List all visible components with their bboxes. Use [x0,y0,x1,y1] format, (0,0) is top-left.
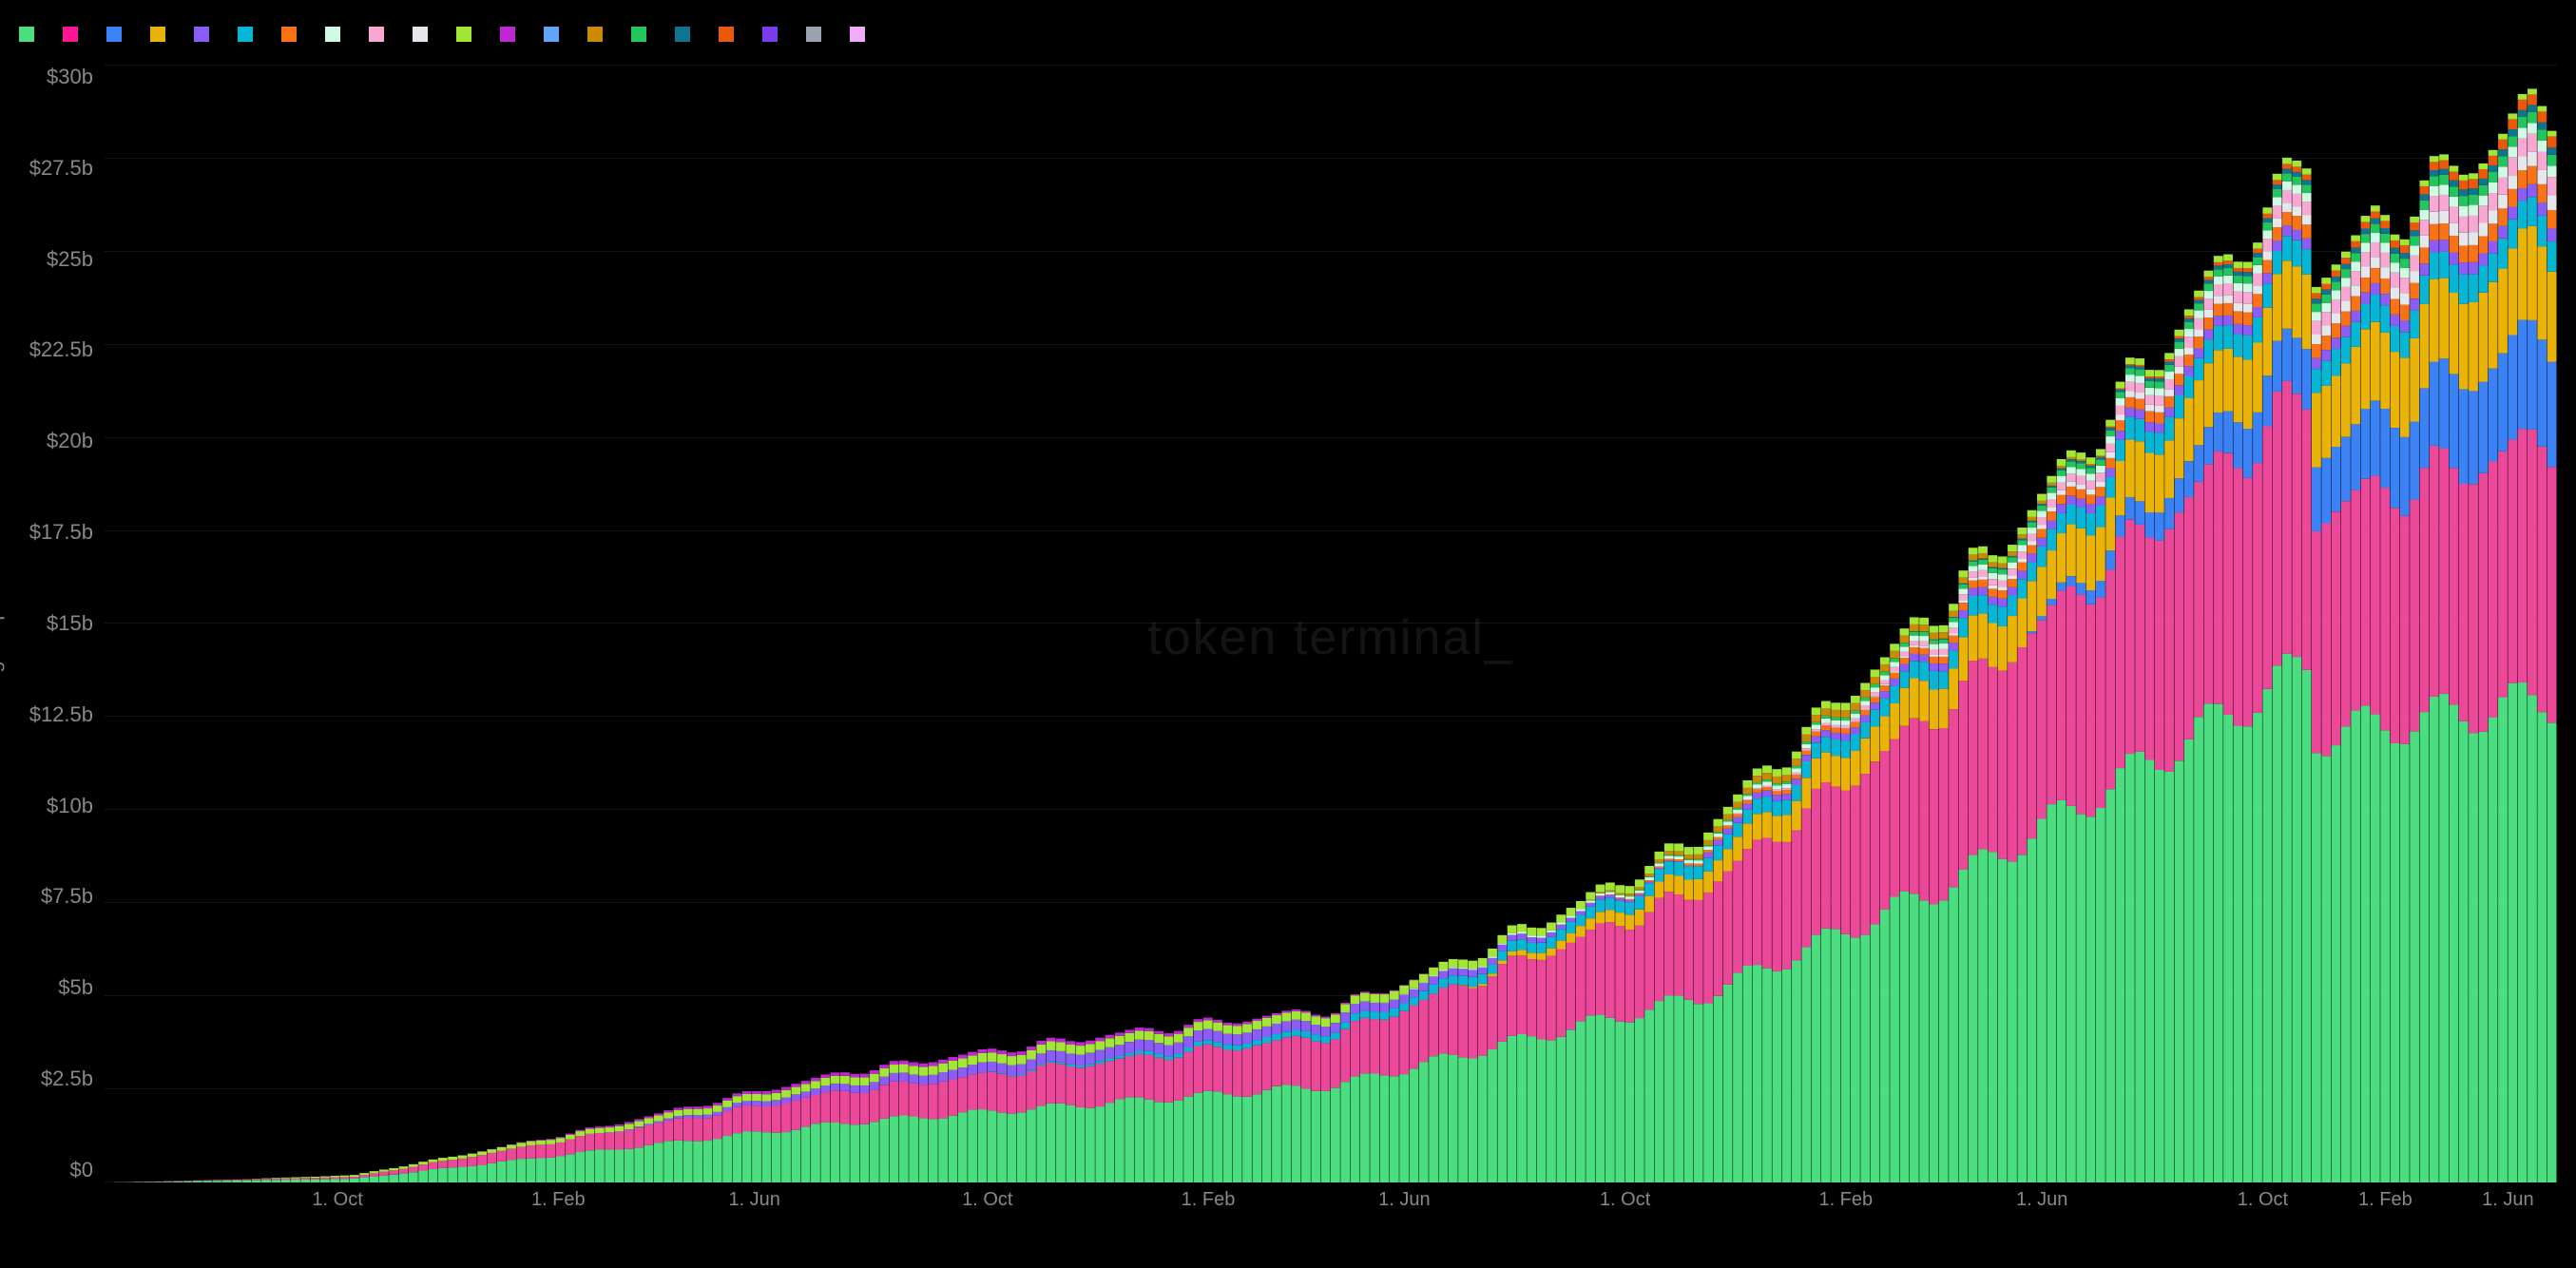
y-tick-12b: $12.5b [29,702,93,727]
legend-item-metis [194,27,215,42]
legend-item-starknet [281,27,302,42]
legend-item-karak [762,27,783,42]
legend-item-mantle [369,27,390,42]
x-tick-jun1: 1. Jun [728,1189,779,1211]
karak-swatch [762,27,778,42]
bob-swatch [719,27,734,42]
legend-item-base [150,27,171,42]
x-tick-oct2: 1. Oct [962,1189,1012,1211]
zksync-lite-swatch [456,27,471,42]
arbitrum-swatch [19,27,34,42]
polygon-swatch [544,27,559,42]
base-swatch [150,27,165,42]
x-tick-jun2: 1. Jun [1378,1189,1430,1211]
y-tick-22b: $22.5b [29,337,93,362]
legend-item-immutable [325,27,346,42]
x-axis: 1. Oct 1. Feb 1. Jun 1. Oct 1. Feb 1. Ju… [105,1182,2557,1211]
taiko-swatch [806,27,821,42]
legend-item-bob [719,27,740,42]
legend-item-scroll [631,27,652,42]
zkfair-swatch [850,27,865,42]
y-axis-label: Bridge deposits [0,566,6,710]
x-tick-jun3: 1. Jun [2016,1189,2067,1211]
y-tick-20b: $20b [47,429,93,453]
linea-swatch [413,27,428,42]
y-axis: Bridge deposits $30b $27.5b $25b $22.5b … [19,65,105,1211]
x-tick-oct1: 1. Oct [312,1189,362,1211]
x-tick-feb3: 1. Feb [1818,1189,1873,1211]
legend-item-mode [675,27,696,42]
legend-item-blast [106,27,127,42]
x-tick-feb1: 1. Feb [531,1189,586,1211]
y-tick-25b: $25b [47,247,93,272]
zksync-era-swatch [238,27,253,42]
y-tick-10b: $10b [47,794,93,818]
legend-item-arbitrum [19,27,40,42]
chart-container: Bridge deposits $30b $27.5b $25b $22.5b … [0,0,2576,1268]
y-tick-7b: $7.5b [41,884,93,909]
y-tick-30b: $30b [47,65,93,89]
immutable-swatch [325,27,340,42]
scroll-swatch [631,27,646,42]
mantle-swatch [369,27,384,42]
legend-item-boba [500,27,521,42]
legend-item-linea [413,27,433,42]
y-tick-0: $0 [70,1158,93,1182]
bar-chart-svg [105,65,2557,1182]
x-tick-oct4: 1. Oct [2238,1189,2288,1211]
manta-swatch [587,27,603,42]
legend-item-taiko [806,27,827,42]
x-tick-feb2: 1. Feb [1182,1189,1236,1211]
legend-item-zksync-era [238,27,259,42]
x-tick-oct3: 1. Oct [1600,1189,1650,1211]
plot-area: token terminal_ 1. Oct 1. Feb 1. Jun 1. … [105,65,2557,1211]
legend-item-zksync-lite [456,27,477,42]
legend-item-zkfair [850,27,871,42]
y-tick-17b: $17.5b [29,520,93,545]
legend-item-op [63,27,84,42]
chart-area: Bridge deposits $30b $27.5b $25b $22.5b … [19,65,2557,1211]
legend [19,19,2557,49]
legend-item-polygon [544,27,565,42]
y-tick-15b: $15b [47,611,93,636]
boba-swatch [500,27,515,42]
blast-swatch [106,27,122,42]
y-tick-2b: $2.5b [41,1066,93,1091]
mode-swatch [675,27,690,42]
legend-item-manta [587,27,608,42]
x-tick-feb4: 1. Feb [2358,1189,2413,1211]
y-tick-27b: $27.5b [29,156,93,181]
y-tick-5b: $5b [58,975,93,1000]
x-tick-jun4: 1. Jun [2482,1189,2533,1211]
op-swatch [63,27,78,42]
metis-swatch [194,27,209,42]
starknet-swatch [281,27,297,42]
